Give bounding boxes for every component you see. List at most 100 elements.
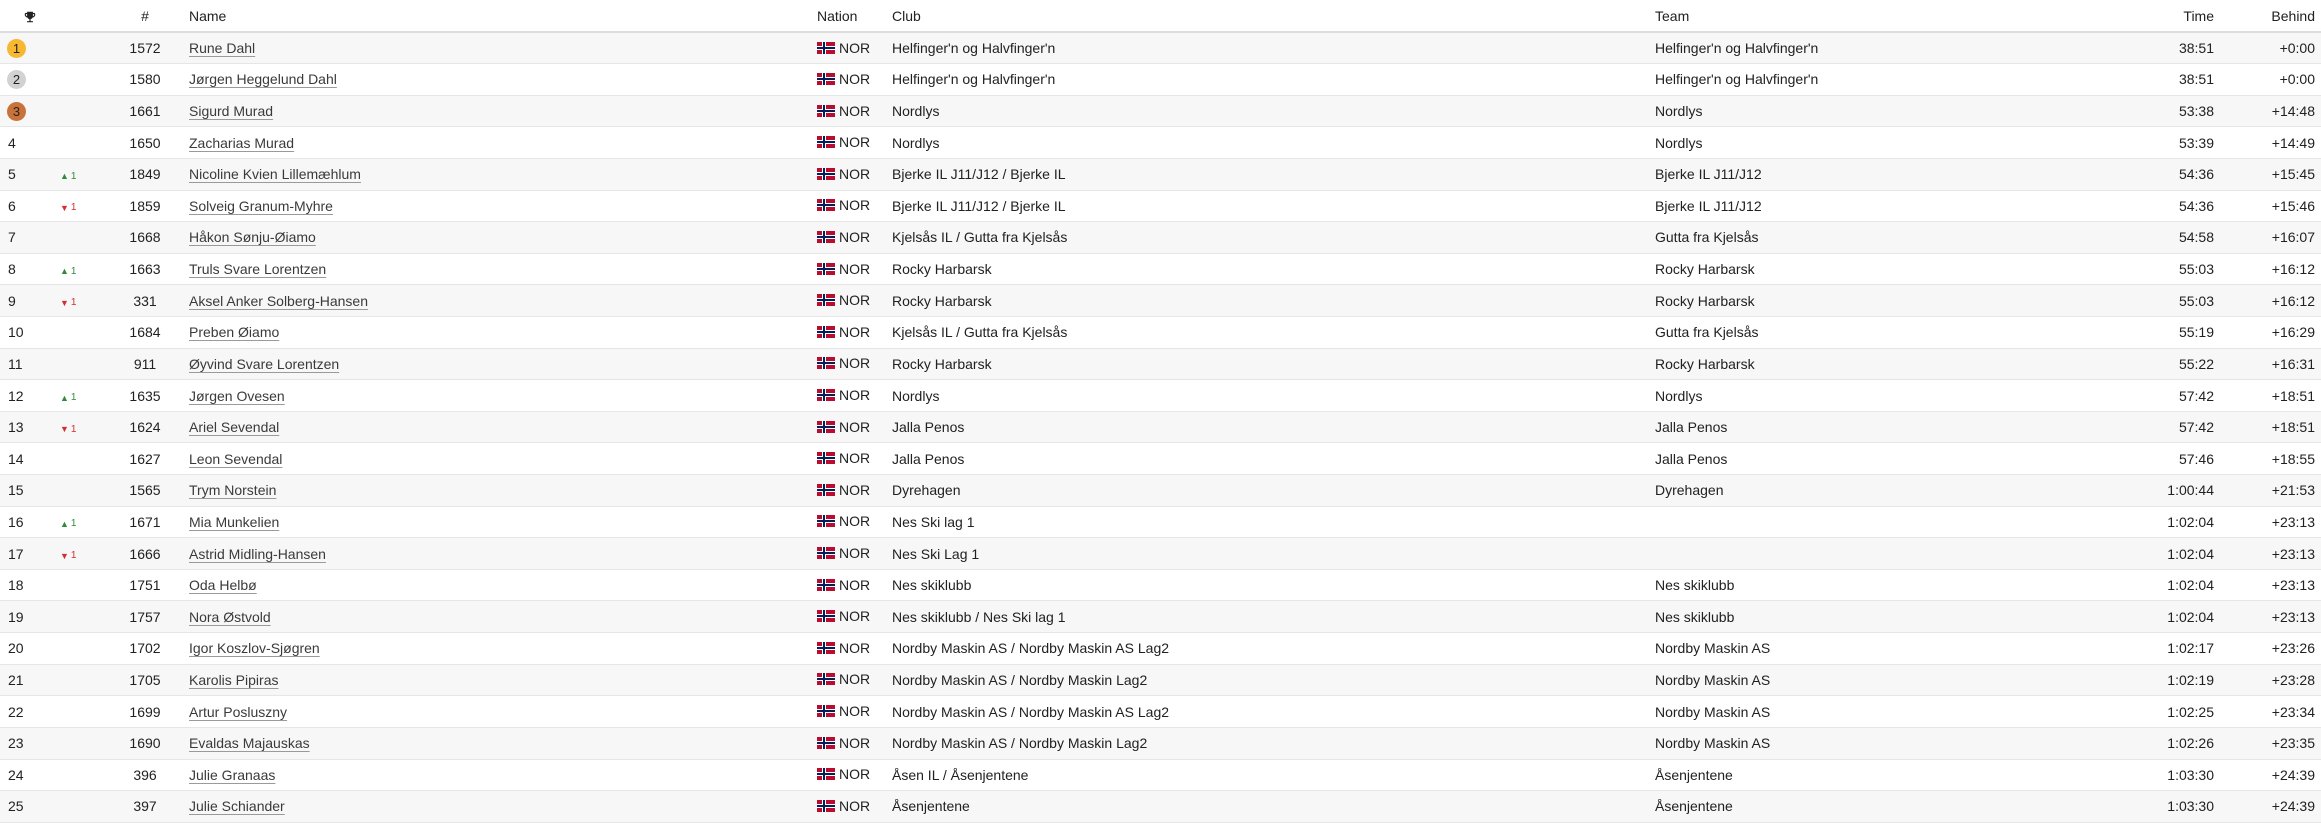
athlete-name-link[interactable]: Leon Sevendal: [189, 451, 282, 467]
table-row[interactable]: 23 1690 Evaldas Majauskas NOR Nordby Maskin …: [0, 727, 2321, 760]
table-row[interactable]: 2 1580 Jørgen Heggelund Dahl NOR Helfinger'n…: [0, 63, 2321, 96]
table-row[interactable]: 10 1684 Preben Øiamo NOR Kjelsås IL / Gutta …: [0, 316, 2321, 349]
athlete-name-link[interactable]: Artur Posluszny: [189, 704, 287, 720]
header-time[interactable]: Time: [2115, 0, 2220, 33]
bib-number: 331: [115, 284, 175, 317]
athlete-name-link[interactable]: Oda Helbø: [189, 577, 257, 593]
athlete-name-cell: Jørgen Ovesen: [175, 379, 817, 412]
time-cell: 57:42: [2115, 411, 2220, 444]
athlete-name-link[interactable]: Jørgen Heggelund Dahl: [189, 71, 337, 87]
position-change-value: 1: [70, 392, 77, 403]
athlete-name-link[interactable]: Rune Dahl: [189, 40, 255, 56]
athlete-name-link[interactable]: Mia Munkelien: [189, 514, 279, 530]
athlete-name-link[interactable]: Ariel Sevendal: [189, 419, 279, 435]
table-row[interactable]: 18 1751 Oda Helbø NOR Nes skiklubb Nes skiklu…: [0, 569, 2321, 602]
header-nation[interactable]: Nation: [817, 0, 892, 33]
table-row[interactable]: 4 1650 Zacharias Murad NOR Nordlys Nordlys 53:…: [0, 126, 2321, 159]
norway-flag-icon: [817, 736, 835, 749]
athlete-name-link[interactable]: Julie Schiander: [189, 798, 285, 814]
athlete-name-link[interactable]: Truls Svare Lorentzen: [189, 261, 326, 277]
nation-code: NOR: [839, 797, 871, 814]
behind-cell: +16:12: [2220, 253, 2321, 286]
table-row[interactable]: 19 1757 Nora Østvold NOR Nes skiklubb / Nes …: [0, 600, 2321, 634]
rank-cell: 3: [0, 95, 60, 128]
club-cell: Kjelsås IL / Gutta fra Kjelsås: [892, 316, 1655, 349]
nation-code: NOR: [839, 545, 871, 562]
time-cell: 1:02:04: [2115, 506, 2220, 539]
athlete-name-link[interactable]: Øyvind Svare Lorentzen: [189, 356, 339, 372]
athlete-name-cell: Oda Helbø: [175, 569, 817, 602]
norway-flag-icon: [817, 357, 835, 370]
table-row[interactable]: 24 396 Julie Granaas NOR Åsen IL / Åsenjente…: [0, 759, 2321, 792]
athlete-name-link[interactable]: Julie Granaas: [189, 767, 275, 783]
behind-cell: +0:00: [2220, 63, 2321, 96]
athlete-name-cell: Nora Østvold: [175, 600, 817, 634]
athlete-name-link[interactable]: Preben Øiamo: [189, 324, 279, 340]
athlete-name-cell: Solveig Granum-Myhre: [175, 190, 817, 223]
position-change-cell: [60, 569, 115, 602]
table-row[interactable]: 17 ▼ 1 1666 Astrid Midling-Hansen NOR Nes Ski …: [0, 537, 2321, 570]
athlete-name-cell: Julie Schiander: [175, 790, 817, 823]
athlete-name-link[interactable]: Jørgen Ovesen: [189, 388, 285, 404]
table-row[interactable]: 9 ▼ 1 331 Aksel Anker Solberg-Hansen NOR Rocky…: [0, 284, 2321, 317]
table-row[interactable]: 15 1565 Trym Norstein NOR Dyrehagen Dyrehagen…: [0, 474, 2321, 507]
club-cell: Nes skiklubb: [892, 569, 1655, 602]
table-row[interactable]: 14 1627 Leon Sevendal NOR Jalla Penos Jalla P…: [0, 442, 2321, 476]
header-team[interactable]: Team: [1655, 0, 2115, 33]
header-behind[interactable]: Behind: [2220, 0, 2321, 33]
position-change-cell: ▼ 1: [60, 411, 115, 444]
athlete-name-link[interactable]: Karolis Pipiras: [189, 672, 278, 688]
athlete-name-link[interactable]: Sigurd Murad: [189, 103, 273, 119]
arrow-up-icon: ▲: [60, 392, 69, 403]
athlete-name-link[interactable]: Nicoline Kvien Lillemæhlum: [189, 166, 361, 182]
athlete-name-link[interactable]: Solveig Granum-Myhre: [189, 198, 333, 214]
athlete-name-link[interactable]: Aksel Anker Solberg-Hansen: [189, 293, 368, 309]
team-cell: Rocky Harbarsk: [1655, 284, 2115, 317]
results-table: # Name Nation Club Team Time Behind 1 157…: [0, 0, 2321, 823]
club-cell: Rocky Harbarsk: [892, 253, 1655, 286]
table-row[interactable]: 13 ▼ 1 1624 Ariel Sevendal NOR Jalla Penos Jall…: [0, 411, 2321, 444]
table-row[interactable]: 3 1661 Sigurd Murad NOR Nordlys Nordlys 53:38 +…: [0, 95, 2321, 128]
table-row[interactable]: 5 ▲ 1 1849 Nicoline Kvien Lillemæhlum NOR Bjer…: [0, 158, 2321, 191]
header-rank[interactable]: [0, 0, 60, 33]
header-change: [60, 0, 115, 33]
table-row[interactable]: 6 ▼ 1 1859 Solveig Granum-Myhre NOR Bjerke IL …: [0, 190, 2321, 223]
athlete-name-link[interactable]: Nora Østvold: [189, 609, 271, 625]
position-change-cell: [60, 442, 115, 476]
nation-cell: NOR: [817, 537, 892, 570]
bib-number: 1751: [115, 569, 175, 602]
nation-code: NOR: [839, 323, 871, 340]
header-club[interactable]: Club: [892, 0, 1655, 33]
table-row[interactable]: 16 ▲ 1 1671 Mia Munkelien NOR Nes Ski lag 1 1:0…: [0, 506, 2321, 539]
rank-cell: 21: [0, 664, 60, 697]
position-change-cell: ▼ 1: [60, 284, 115, 317]
table-row[interactable]: 1 1572 Rune Dahl NOR Helfinger'n og Halvfing…: [0, 32, 2321, 65]
bib-number: 1661: [115, 95, 175, 128]
behind-cell: +18:55: [2220, 442, 2321, 476]
arrow-down-icon: ▼: [60, 424, 69, 435]
table-row[interactable]: 7 1668 Håkon Sønju-Øiamo NOR Kjelsås IL / Gu…: [0, 221, 2321, 254]
athlete-name-link[interactable]: Evaldas Majauskas: [189, 735, 310, 751]
athlete-name-cell: Nicoline Kvien Lillemæhlum: [175, 158, 817, 191]
athlete-name-link[interactable]: Trym Norstein: [189, 482, 276, 498]
table-row[interactable]: 21 1705 Karolis Pipiras NOR Nordby Maskin AS…: [0, 664, 2321, 697]
table-row[interactable]: 8 ▲ 1 1663 Truls Svare Lorentzen NOR Rocky Har…: [0, 253, 2321, 286]
athlete-name-link[interactable]: Zacharias Murad: [189, 135, 294, 151]
rank-cell: 9: [0, 284, 60, 317]
nation-cell: NOR: [817, 411, 892, 444]
table-row[interactable]: 12 ▲ 1 1635 Jørgen Ovesen NOR Nordlys Nordlys 57…: [0, 379, 2321, 412]
time-cell: 1:03:30: [2115, 759, 2220, 792]
table-row[interactable]: 25 397 Julie Schiander NOR Åsenjentene Åsenje…: [0, 790, 2321, 823]
silver-medal-badge: 2: [7, 69, 26, 89]
athlete-name-link[interactable]: Astrid Midling-Hansen: [189, 546, 326, 562]
table-row[interactable]: 11 911 Øyvind Svare Lorentzen NOR Rocky Harb…: [0, 348, 2321, 381]
table-row[interactable]: 22 1699 Artur Posluszny NOR Nordby Maskin AS…: [0, 695, 2321, 728]
time-cell: 1:02:26: [2115, 727, 2220, 760]
athlete-name-link[interactable]: Igor Koszlov-Sjøgren: [189, 640, 320, 656]
header-number[interactable]: #: [115, 0, 175, 33]
bib-number: 397: [115, 790, 175, 823]
club-cell: Nes Ski lag 1: [892, 506, 1655, 539]
header-name[interactable]: Name: [175, 0, 817, 33]
table-row[interactable]: 20 1702 Igor Koszlov-Sjøgren NOR Nordby Mask…: [0, 632, 2321, 665]
athlete-name-link[interactable]: Håkon Sønju-Øiamo: [189, 229, 316, 245]
